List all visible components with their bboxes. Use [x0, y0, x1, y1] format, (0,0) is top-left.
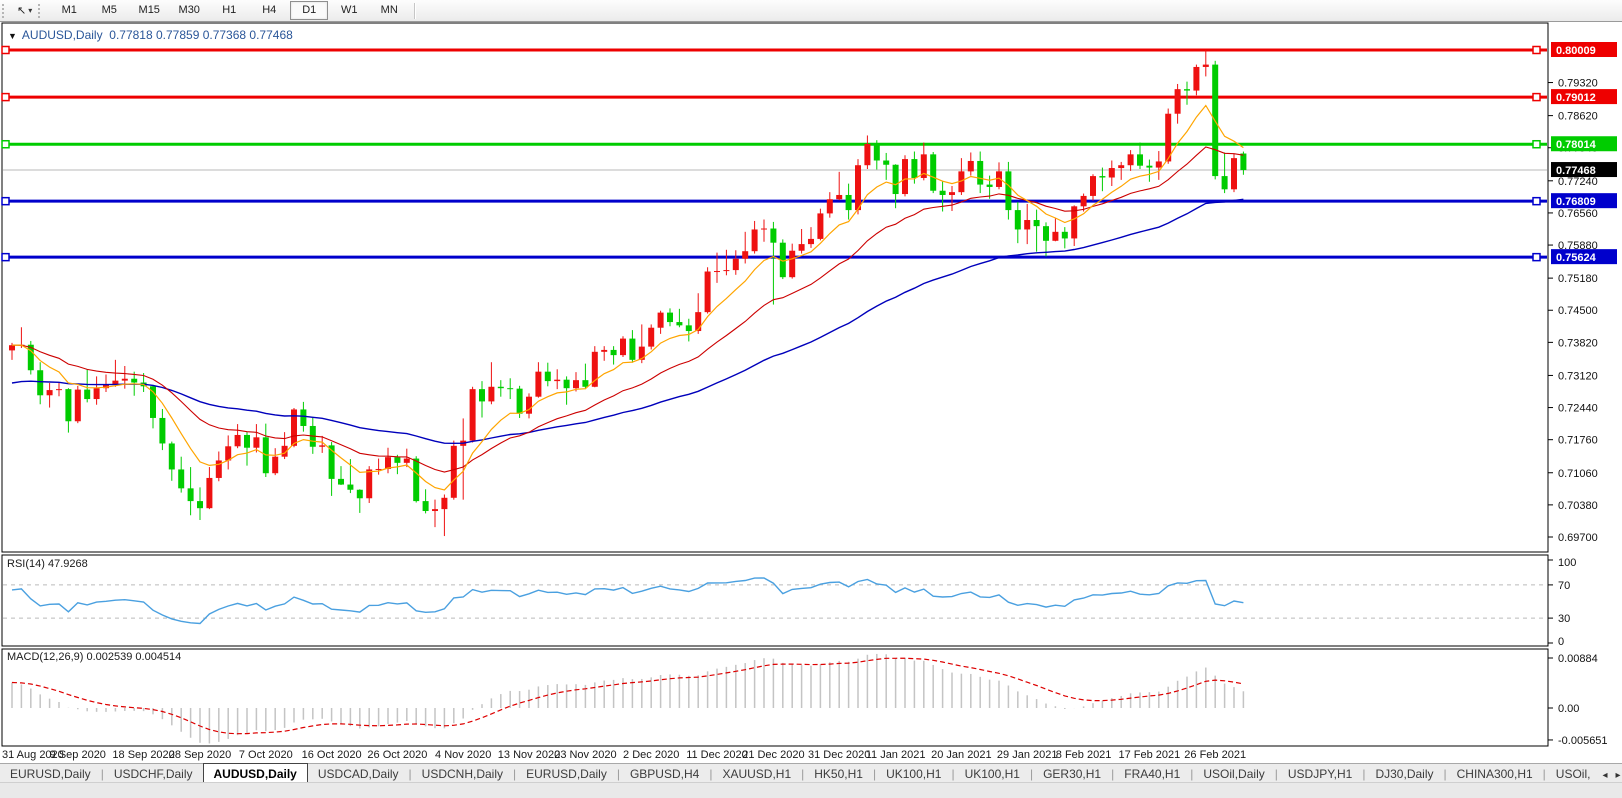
svg-text:0.71060: 0.71060 [1558, 468, 1598, 480]
tab-gbpusd-h4[interactable]: GBPUSD,H4 [620, 765, 709, 783]
date-tick-label: 18 Sep 2020 [112, 749, 175, 761]
tab-xauusd-h1[interactable]: XAUUSD,H1 [712, 765, 801, 783]
date-tick-label: 2 Dec 2020 [623, 749, 680, 761]
svg-text:0.79012: 0.79012 [1556, 92, 1596, 104]
tab-dj30-daily[interactable]: DJ30,Daily [1365, 765, 1443, 783]
top-toolbar: ↖ ▾ M1 M5 M15 M30 H1 H4 D1 W1 MN [0, 0, 1622, 22]
svg-text:0.00884: 0.00884 [1558, 653, 1598, 665]
svg-text:0.80009: 0.80009 [1556, 45, 1596, 57]
tab-ger30-h1[interactable]: GER30,H1 [1033, 765, 1111, 783]
date-tick-label: 13 Nov 2020 [497, 749, 561, 761]
price-chart-canvas[interactable]: 0.793200.786200.779400.772400.765600.758… [0, 22, 1622, 747]
rsi-indicator-label: RSI(14) 47.9268 [7, 558, 88, 570]
svg-text:0.75624: 0.75624 [1556, 252, 1597, 264]
tab-uk100-h1[interactable]: UK100,H1 [955, 765, 1030, 783]
chart-window[interactable]: 0.793200.786200.779400.772400.765600.758… [0, 22, 1622, 747]
svg-text:0.00: 0.00 [1558, 703, 1579, 715]
svg-text:0.70380: 0.70380 [1558, 500, 1598, 512]
chart-title-ohlc: 0.77818 0.77859 0.77368 0.77468 [109, 28, 293, 42]
tab-scroll-left-icon[interactable]: ◂ [1602, 770, 1607, 781]
chart-title-symbol: AUDUSD,Daily [21, 28, 103, 42]
date-tick-label: 31 Dec 2020 [807, 749, 871, 761]
svg-text:0.78620: 0.78620 [1558, 111, 1598, 123]
svg-text:0: 0 [1558, 636, 1564, 648]
svg-text:30: 30 [1558, 613, 1570, 625]
date-tick-label: 11 Dec 2020 [686, 749, 748, 761]
date-tick-label: 26 Feb 2021 [1184, 749, 1247, 761]
svg-text:0.71760: 0.71760 [1558, 435, 1598, 447]
chevron-down-icon: ▾ [28, 6, 33, 15]
tab-usdcad-daily[interactable]: USDCAD,Daily [308, 765, 409, 783]
tab-audusd-daily[interactable]: AUDUSD,Daily [202, 763, 308, 783]
date-tick-label: 8 Feb 2021 [1055, 749, 1112, 761]
date-tick-label: 11 Jan 2021 [865, 749, 926, 761]
tab-scroll-right-icon[interactable]: ▸ [1615, 770, 1620, 781]
timeframe-button-m15[interactable]: M15 [130, 1, 168, 20]
timeframe-button-h4[interactable]: H4 [250, 1, 288, 20]
date-tick-label: 17 Feb 2021 [1118, 749, 1181, 761]
tab-eurusd-daily[interactable]: EURUSD,Daily [516, 765, 617, 783]
tab-eurusd-daily[interactable]: EURUSD,Daily [0, 765, 101, 783]
timeframe-button-w1[interactable]: W1 [330, 1, 368, 20]
tab-usoil-[interactable]: USOil, [1546, 765, 1601, 783]
date-tick-label: 4 Nov 2020 [435, 749, 492, 761]
svg-text:0.72440: 0.72440 [1558, 403, 1598, 415]
svg-text:0.73820: 0.73820 [1558, 337, 1598, 349]
cursor-tool-button[interactable]: ↖ ▾ [13, 2, 36, 20]
timeframe-button-m5[interactable]: M5 [90, 1, 128, 20]
tab-fra40-h1[interactable]: FRA40,H1 [1114, 765, 1190, 783]
tab-usdchf-daily[interactable]: USDCHF,Daily [104, 765, 203, 783]
toolbar-grip[interactable] [2, 3, 8, 18]
svg-text:0.77468: 0.77468 [1556, 165, 1596, 177]
timeframe-button-h1[interactable]: H1 [210, 1, 248, 20]
timeframe-button-group: M1 M5 M15 M30 H1 H4 D1 W1 MN [49, 1, 409, 20]
tab-usdcnh-daily[interactable]: USDCNH,Daily [412, 765, 513, 783]
date-tick-label: 9 Sep 2020 [49, 749, 106, 761]
status-bar [0, 782, 1622, 798]
svg-text:0.76809: 0.76809 [1556, 196, 1596, 208]
svg-text:0.74500: 0.74500 [1558, 305, 1598, 317]
date-tick-label: 21 Dec 2020 [742, 749, 805, 761]
svg-text:-0.005651: -0.005651 [1558, 735, 1608, 747]
svg-text:0.76560: 0.76560 [1558, 208, 1598, 220]
svg-text:0.73120: 0.73120 [1558, 370, 1598, 382]
symbol-dropdown-icon[interactable]: ▼ [8, 31, 17, 41]
svg-text:0.79320: 0.79320 [1558, 78, 1598, 90]
date-tick-label: 29 Jan 2021 [996, 749, 1058, 761]
timeframe-button-mn[interactable]: MN [370, 1, 408, 20]
svg-text:70: 70 [1558, 580, 1570, 592]
tab-china300-h1[interactable]: CHINA300,H1 [1447, 765, 1543, 783]
date-tick-label: 16 Oct 2020 [301, 749, 362, 761]
toolbar-grip-2[interactable] [38, 3, 44, 18]
timeframe-button-m30[interactable]: M30 [170, 1, 208, 20]
date-tick-label: 23 Nov 2020 [554, 749, 617, 761]
svg-text:0.75180: 0.75180 [1558, 273, 1598, 285]
tab-uk100-h1[interactable]: UK100,H1 [876, 765, 951, 783]
toolbar-separator [414, 2, 417, 19]
date-tick-label: 26 Oct 2020 [367, 749, 428, 761]
tab-usoil-daily[interactable]: USOil,Daily [1193, 765, 1274, 783]
tab-hk50-h1[interactable]: HK50,H1 [804, 765, 873, 783]
date-tick-label: 28 Sep 2020 [168, 749, 232, 761]
timeframe-button-m1[interactable]: M1 [50, 1, 88, 20]
svg-text:100: 100 [1558, 557, 1576, 569]
chart-tab-bar: EURUSD,Daily | USDCHF,Daily AUDUSD,Daily USD… [0, 763, 1622, 783]
timeframe-button-d1[interactable]: D1 [290, 1, 329, 20]
macd-indicator-label: MACD(12,26,9) 0.002539 0.004514 [7, 651, 182, 663]
tab-usdjpy-h1[interactable]: USDJPY,H1 [1278, 765, 1362, 783]
svg-text:0.78014: 0.78014 [1556, 139, 1597, 151]
svg-text:0.69700: 0.69700 [1558, 532, 1598, 544]
date-tick-label: 20 Jan 2021 [931, 749, 992, 761]
date-tick-label: 7 Oct 2020 [238, 749, 293, 761]
date-axis[interactable]: 31 Aug 2020 9 Sep 2020 18 Sep 2020 28 Sep 2… [0, 747, 1622, 763]
chart-title: ▼ AUDUSD,Daily 0.77818 0.77859 0.77368 0.… [8, 28, 293, 42]
cursor-icon: ↖ [17, 5, 27, 17]
svg-text:0.77240: 0.77240 [1558, 176, 1598, 188]
